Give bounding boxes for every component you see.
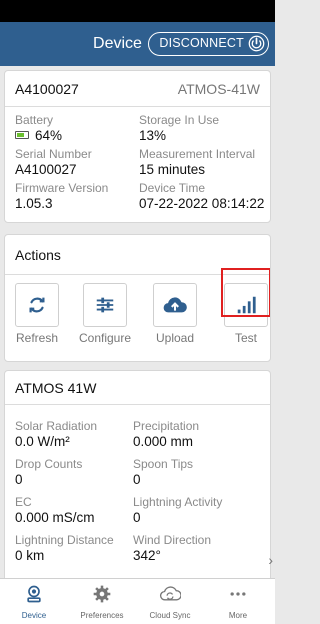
sensor-header: ATMOS 41W bbox=[5, 371, 270, 405]
refresh-button[interactable]: Refresh bbox=[7, 283, 67, 345]
device-model: ATMOS-41W bbox=[177, 80, 260, 97]
reading-label: Lightning Activity bbox=[133, 495, 223, 509]
interval-value: 15 minutes bbox=[139, 162, 206, 177]
device-info-card: A4100027 ATMOS-41W Battery 64% Storage I… bbox=[4, 70, 271, 223]
tab-label: Preferences bbox=[80, 611, 124, 620]
wind-direction-cell: Wind Direction 342° bbox=[133, 533, 263, 564]
device-time-value: 07-22-2022 08:14:22 bbox=[139, 196, 265, 211]
disconnect-label: DISCONNECT bbox=[159, 36, 244, 50]
tab-label: Cloud Sync bbox=[149, 611, 191, 620]
upload-label: Upload bbox=[155, 331, 195, 345]
serial-label: Serial Number bbox=[15, 147, 92, 161]
test-label: Test bbox=[234, 331, 257, 345]
spoon-tips-cell: Spoon Tips 0 bbox=[133, 457, 263, 488]
reading-value: 0 bbox=[15, 472, 23, 487]
precipitation-cell: Precipitation 0.000 mm bbox=[133, 419, 263, 450]
device-time-cell: Device Time 07-22-2022 08:14:22 bbox=[139, 181, 270, 212]
tab-device[interactable]: Device bbox=[0, 579, 68, 624]
serial-value: A4100027 bbox=[15, 162, 77, 177]
actions-card: Actions Refresh Configure Upload Test bbox=[4, 234, 271, 362]
configure-label: Configure bbox=[78, 331, 132, 345]
battery-label: Battery bbox=[15, 113, 54, 127]
reading-value: 0.000 mS/cm bbox=[15, 510, 95, 525]
disconnect-button[interactable]: DISCONNECT bbox=[148, 32, 269, 56]
reading-value: 0 bbox=[133, 510, 141, 525]
more-icon bbox=[230, 592, 246, 596]
firmware-label: Firmware Version bbox=[15, 181, 109, 195]
test-highlight bbox=[221, 268, 270, 317]
device-icon bbox=[27, 585, 41, 603]
reading-value: 0 km bbox=[15, 548, 45, 563]
gear-icon bbox=[93, 585, 111, 603]
interval-cell: Measurement Interval 15 minutes bbox=[139, 147, 269, 178]
reading-label: Drop Counts bbox=[15, 457, 83, 471]
reading-value: 0 bbox=[133, 472, 141, 487]
tab-cloud-sync[interactable]: Cloud Sync bbox=[136, 579, 204, 624]
reading-label: EC bbox=[15, 495, 32, 509]
cloud-sync-icon bbox=[159, 586, 182, 601]
battery-cell: Battery 64% bbox=[15, 113, 145, 144]
nav-bar: Device DISCONNECT bbox=[0, 22, 275, 66]
chevron-right-icon[interactable]: › bbox=[268, 552, 273, 568]
tab-preferences[interactable]: Preferences bbox=[68, 579, 136, 624]
reading-label: Wind Direction bbox=[133, 533, 212, 547]
device-header: A4100027 ATMOS-41W bbox=[5, 71, 270, 107]
battery-value: 64% bbox=[35, 128, 63, 143]
power-icon bbox=[248, 35, 265, 52]
reading-label: Spoon Tips bbox=[133, 457, 194, 471]
storage-cell: Storage In Use 13% bbox=[139, 113, 269, 144]
sliders-icon bbox=[96, 297, 114, 313]
ec-cell: EC 0.000 mS/cm bbox=[15, 495, 145, 526]
lightning-activity-cell: Lightning Activity 0 bbox=[133, 495, 263, 526]
actions-title: Actions bbox=[15, 246, 61, 263]
solar-radiation-cell: Solar Radiation 0.0 W/m² bbox=[15, 419, 145, 450]
reading-label: Lightning Distance bbox=[15, 533, 114, 547]
storage-label: Storage In Use bbox=[139, 113, 220, 127]
reading-label: Precipitation bbox=[133, 419, 200, 433]
reading-value: 342° bbox=[133, 548, 161, 563]
tab-label: More bbox=[228, 611, 248, 620]
upload-button[interactable]: Upload bbox=[145, 283, 205, 345]
tab-more[interactable]: More bbox=[204, 579, 272, 624]
refresh-label: Refresh bbox=[15, 331, 59, 345]
configure-button[interactable]: Configure bbox=[75, 283, 135, 345]
firmware-cell: Firmware Version 1.05.3 bbox=[15, 181, 145, 212]
sensor-title: ATMOS 41W bbox=[15, 379, 97, 396]
storage-value: 13% bbox=[139, 128, 167, 143]
battery-icon bbox=[15, 131, 29, 139]
cloud-upload-icon bbox=[163, 297, 187, 313]
interval-label: Measurement Interval bbox=[139, 147, 256, 161]
device-id: A4100027 bbox=[15, 80, 79, 97]
sensor-card: ATMOS 41W Solar Radiation 0.0 W/m² Preci… bbox=[4, 370, 271, 586]
device-time-label: Device Time bbox=[139, 181, 206, 195]
lightning-distance-cell: Lightning Distance 0 km bbox=[15, 533, 145, 564]
reading-label: Solar Radiation bbox=[15, 419, 98, 433]
battery-fill bbox=[17, 133, 25, 137]
reading-value: 0.000 mm bbox=[133, 434, 194, 449]
serial-cell: Serial Number A4100027 bbox=[15, 147, 145, 178]
status-bar bbox=[0, 0, 275, 22]
tab-label: Device bbox=[21, 611, 47, 620]
reading-value: 0.0 W/m² bbox=[15, 434, 70, 449]
tab-bar: Device Preferences Cloud Sync More bbox=[0, 578, 275, 624]
refresh-icon bbox=[29, 297, 45, 313]
drop-counts-cell: Drop Counts 0 bbox=[15, 457, 145, 488]
firmware-value: 1.05.3 bbox=[15, 196, 53, 211]
